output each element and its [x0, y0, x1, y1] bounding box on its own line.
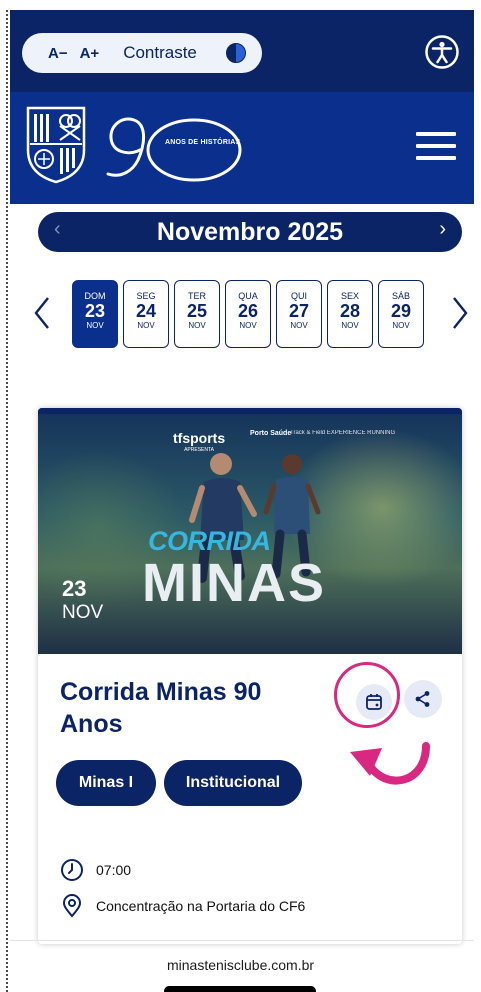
day-number: 24 [135, 301, 157, 321]
banner-minas-text: MINAS [142, 553, 326, 613]
sponsor-track-field: Track & Field EXPERIENCE RUNNING [290, 430, 396, 436]
menu-icon[interactable] [416, 132, 456, 160]
day-weekday: QUA [238, 291, 258, 301]
month-selector: ‹ Novembro 2025 › [38, 212, 462, 252]
share-icon [415, 691, 430, 707]
previous-month-button[interactable]: ‹ [54, 218, 61, 241]
event-banner-image[interactable]: tfsports APRESENTA Porto Saúde Track & F… [38, 408, 462, 654]
banner-date: 23 NOV [62, 576, 103, 624]
ninety-years-logo [106, 117, 242, 182]
brand-header: ANOS DE HISTÓRIAS [10, 92, 474, 204]
location-pin-icon [62, 894, 82, 918]
share-button[interactable] [404, 680, 442, 718]
event-card[interactable]: tfsports APRESENTA Porto Saúde Track & F… [38, 408, 462, 944]
day-weekday: QUI [290, 291, 307, 301]
clock-icon [61, 859, 83, 881]
day-qua-26[interactable]: QUA 26 NOV [225, 280, 271, 348]
chevron-right-icon[interactable] [448, 295, 472, 331]
chevron-left-icon[interactable] [30, 295, 54, 331]
event-title: Corrida Minas 90 Anos [60, 678, 262, 738]
banner-top-stripe [38, 408, 462, 414]
event-location: Concentração na Portaria do CF6 [96, 898, 306, 914]
browser-url[interactable]: minastenisclube.com.br [0, 957, 481, 973]
add-to-calendar-button[interactable] [356, 684, 392, 720]
event-time-row: 07:00 [60, 858, 131, 882]
tag-institucional[interactable]: Institucional [164, 760, 302, 806]
event-time: 07:00 [96, 862, 132, 878]
day-sex-28[interactable]: SEX 28 NOV [327, 280, 373, 348]
day-month: NOV [341, 321, 359, 330]
tag-minas-i[interactable]: Minas I [56, 760, 156, 806]
page-border [6, 10, 8, 992]
home-indicator[interactable] [164, 986, 316, 992]
day-weekday: SÁB [391, 291, 410, 301]
decrease-font-button[interactable]: A− [48, 45, 68, 62]
day-ter-25[interactable]: TER 25 NOV [174, 280, 220, 348]
banner-date-day: 23 [62, 576, 87, 601]
day-number: 26 [237, 301, 259, 321]
curved-arrow-annotation [350, 742, 430, 785]
sponsor-porto-saude: Porto Saúde [250, 430, 292, 437]
calendar-add-icon [366, 694, 382, 710]
day-qui-27[interactable]: QUI 27 NOV [276, 280, 322, 348]
day-month: NOV [290, 321, 308, 330]
accessibility-icon[interactable] [424, 34, 460, 70]
day-weekday: SEG [136, 291, 156, 301]
day-seg-24[interactable]: SEG 24 NOV [123, 280, 169, 348]
day-number: 28 [339, 301, 361, 321]
day-weekday: TER [188, 291, 206, 301]
font-size-controls: A− A+ Contraste [22, 33, 262, 73]
day-weekday: SEX [340, 291, 359, 301]
day-month: NOV [86, 321, 104, 330]
banner-date-month: NOV [62, 602, 104, 623]
footer-divider [10, 940, 474, 941]
club-crest-logo[interactable] [24, 104, 88, 184]
day-month: NOV [392, 321, 410, 330]
sponsor-tfsports: tfsports APRESENTA [173, 430, 226, 453]
day-dom-23[interactable]: DOM 23 NOV [72, 280, 118, 348]
day-number: 23 [84, 301, 106, 321]
day-month: NOV [137, 321, 155, 330]
day-number: 29 [390, 301, 412, 321]
month-title: Novembro 2025 [156, 217, 344, 246]
day-sáb-29[interactable]: SÁB 29 NOV [378, 280, 424, 348]
anniversary-tagline: ANOS DE HISTÓRIAS [165, 139, 241, 146]
app-page: A− A+ Contraste ANOS DE HISTÓRIAS ‹ Nove… [0, 0, 481, 992]
increase-font-button[interactable]: A+ [80, 45, 100, 62]
accessibility-bar: A− A+ Contraste [10, 10, 474, 92]
day-weekday: DOM [84, 291, 106, 301]
next-month-button[interactable]: › [439, 218, 446, 241]
event-location-row: Concentração na Portaria do CF6 [60, 894, 305, 918]
contrast-toggle[interactable]: Contraste [123, 43, 197, 63]
day-number: 25 [186, 301, 208, 321]
day-month: NOV [239, 321, 257, 330]
day-number: 27 [288, 301, 310, 321]
contrast-icon[interactable] [226, 43, 246, 63]
day-month: NOV [188, 321, 206, 330]
